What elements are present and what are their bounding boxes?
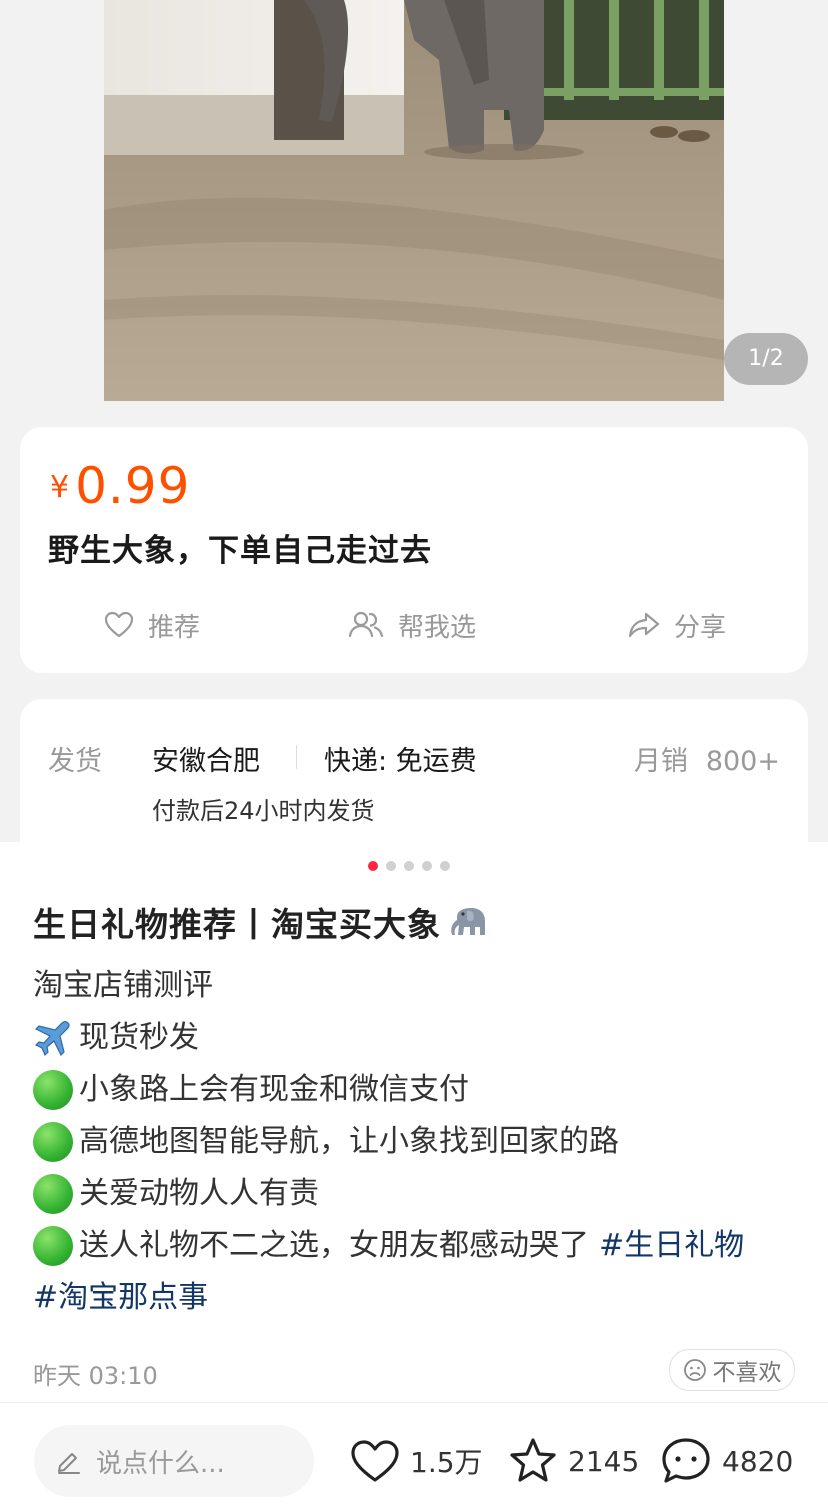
elephant-photo — [104, 0, 724, 401]
note-content: 生日礼物推荐丨淘宝买大象 淘宝店铺测评 现货秒发 小象路上会有现金和微信支付 高… — [0, 842, 828, 1402]
help-choose-button[interactable]: 帮我选 — [348, 605, 476, 645]
green-circle-icon — [33, 1174, 73, 1214]
comment-placeholder: 说点什么... — [96, 1448, 225, 1479]
note-line: #淘宝那点事 — [33, 1272, 803, 1324]
star-icon — [510, 1438, 556, 1482]
note-line-text: 现货秒发 — [79, 1020, 199, 1055]
dislike-button[interactable]: 不喜欢 — [669, 1349, 795, 1391]
carousel-dot-4[interactable] — [422, 861, 432, 871]
monthly-sales: 月销 800+ — [616, 739, 780, 778]
note-line-text: 送人礼物不二之选，女朋友都感动哭了 — [79, 1228, 589, 1263]
monthly-sales-label: 月销 — [633, 746, 688, 777]
heart-outline-icon — [104, 611, 134, 638]
note-line-text: 高德地图智能导航，让小象找到回家的路 — [79, 1124, 619, 1159]
price-value: 0.99 — [75, 457, 191, 515]
recommend-label: 推荐 — [148, 612, 201, 643]
comment-input[interactable]: 说点什么... — [34, 1425, 314, 1497]
price-currency-symbol: ¥ — [50, 470, 70, 505]
note-line-text: 小象路上会有现金和微信支付 — [79, 1072, 469, 1107]
airplane-icon — [34, 1021, 70, 1057]
note-line: 现货秒发 — [33, 1012, 803, 1064]
note-title-text: 生日礼物推荐丨淘宝买大象 — [33, 905, 441, 944]
help-choose-label: 帮我选 — [398, 612, 477, 643]
note-line: 送人礼物不二之选，女朋友都感动哭了 #生日礼物 — [33, 1220, 803, 1272]
people-icon — [348, 611, 384, 638]
recommend-button[interactable]: 推荐 — [104, 605, 200, 645]
note-line: 高德地图智能导航，让小象找到回家的路 — [33, 1116, 803, 1168]
elephant-icon — [451, 908, 485, 935]
hashtag-link[interactable]: #淘宝那点事 — [33, 1272, 208, 1324]
green-circle-icon — [33, 1122, 73, 1162]
share-arrow-icon — [628, 612, 660, 638]
product-screenshot: 1/2 ¥0.99 野生大象，下单自己走过去 推荐 帮我选 分享 发货 安徽合肥… — [0, 0, 828, 879]
note-title: 生日礼物推荐丨淘宝买大象 — [33, 898, 489, 946]
note-line: 关爱动物人人有责 — [33, 1168, 803, 1220]
comment-bubble-icon — [662, 1438, 710, 1483]
monthly-sales-value: 800+ — [705, 746, 780, 777]
comment-button[interactable]: 4820 — [660, 1435, 793, 1487]
carousel-dot-3[interactable] — [404, 861, 414, 871]
product-photo[interactable] — [104, 0, 724, 401]
like-count: 1.5万 — [410, 1446, 483, 1479]
carousel-dot-5[interactable] — [440, 861, 450, 871]
price-card: ¥0.99 野生大象，下单自己走过去 推荐 帮我选 分享 — [20, 427, 808, 673]
photo-page-indicator: 1/2 — [724, 333, 808, 385]
share-button[interactable]: 分享 — [628, 605, 726, 645]
sad-face-icon — [683, 1359, 706, 1381]
note-detail-screen: 1/2 ¥0.99 野生大象，下单自己走过去 推荐 帮我选 分享 发货 安徽合肥… — [0, 0, 828, 1512]
carousel-indicator — [368, 861, 458, 873]
collect-button[interactable]: 2145 — [508, 1435, 639, 1487]
green-circle-icon — [33, 1226, 73, 1266]
green-circle-icon — [33, 1070, 73, 1110]
dispatch-time: 付款后24小时内发货 — [152, 797, 375, 825]
heart-icon — [351, 1440, 399, 1482]
divider — [296, 745, 297, 769]
shipping-origin: 安徽合肥 — [152, 746, 260, 777]
price: ¥0.99 — [50, 457, 190, 515]
product-title: 野生大象，下单自己走过去 — [48, 533, 432, 569]
note-line: 小象路上会有现金和微信支付 — [33, 1064, 803, 1116]
note-line-text: 淘宝店铺测评 — [33, 968, 213, 1003]
note-line: 淘宝店铺测评 — [33, 960, 803, 1012]
shipping-express: 快递: 免运费 — [324, 746, 477, 777]
bottom-action-bar: 说点什么... 1.5万 2145 4820 — [0, 1402, 828, 1512]
shipping-label: 发货 — [48, 746, 102, 777]
share-label: 分享 — [674, 612, 727, 643]
carousel-dot-1[interactable] — [368, 861, 378, 871]
pencil-icon — [58, 1453, 80, 1474]
note-body: 淘宝店铺测评 现货秒发 小象路上会有现金和微信支付 高德地图智能导航，让小象找到… — [33, 960, 803, 1324]
like-button[interactable]: 1.5万 — [350, 1435, 483, 1487]
hashtag-link[interactable]: #生日礼物 — [599, 1220, 744, 1272]
comment-count: 4820 — [722, 1444, 794, 1478]
dislike-label: 不喜欢 — [712, 1360, 782, 1386]
collect-count: 2145 — [568, 1444, 640, 1478]
carousel-dot-2[interactable] — [386, 861, 396, 871]
note-line-text: 关爱动物人人有责 — [79, 1176, 319, 1211]
post-timestamp: 昨天 03:10 — [33, 1362, 158, 1390]
